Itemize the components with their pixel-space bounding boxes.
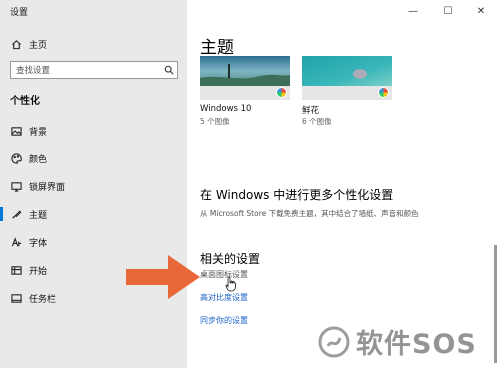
nav-item-label: 任务栏 bbox=[29, 294, 57, 305]
navigation-pane: 设置 主页 查找设置 个性化 背景 颜色 锁屏界面 主题 字体 开始 任务栏 bbox=[0, 0, 187, 368]
color-wheel-icon bbox=[276, 87, 287, 98]
minimize-button[interactable]: — bbox=[398, 3, 428, 19]
nav-item-label: 字体 bbox=[29, 238, 48, 249]
nav-item-label: 背景 bbox=[29, 127, 48, 138]
theme-image-count: 6 个图像 bbox=[302, 117, 332, 126]
home-icon bbox=[10, 38, 22, 50]
scrollbar[interactable] bbox=[494, 245, 497, 363]
section-heading: 个性化 bbox=[10, 96, 40, 107]
lock-screen-icon bbox=[10, 180, 22, 192]
store-description: 从 Microsoft Store 下载免费主题，其中结合了墙纸、声音和颜色 bbox=[200, 209, 419, 218]
nav-item-label: 主题 bbox=[29, 210, 48, 221]
high-contrast-settings-link[interactable]: 高对比度设置 bbox=[200, 292, 248, 303]
nav-item-label: 开始 bbox=[29, 266, 48, 277]
nav-item-start[interactable]: 开始 bbox=[10, 262, 47, 278]
theme-name: 鲜花 bbox=[302, 106, 320, 116]
theme-thumbnail bbox=[200, 56, 290, 100]
theme-card-flowers[interactable]: 鲜花 6 个图像 bbox=[302, 56, 392, 126]
nav-item-label: 锁屏界面 bbox=[29, 182, 66, 193]
search-box[interactable]: 查找设置 bbox=[10, 61, 178, 79]
related-settings-heading: 相关的设置 bbox=[200, 252, 261, 266]
theme-card-windows[interactable]: Windows 10 5 个图像 bbox=[200, 56, 290, 126]
image-icon bbox=[10, 125, 22, 137]
sync-settings-link[interactable]: 同步你的设置 bbox=[200, 315, 248, 326]
watermark-logo-icon bbox=[318, 326, 350, 357]
nav-item-lock-screen[interactable]: 锁屏界面 bbox=[10, 178, 65, 194]
nav-home[interactable]: 主页 bbox=[10, 36, 47, 52]
pointer-arrow-icon bbox=[126, 255, 200, 299]
theme-name: Windows 10 bbox=[200, 104, 252, 114]
nav-item-colors[interactable]: 颜色 bbox=[10, 150, 47, 166]
search-icon[interactable] bbox=[161, 62, 177, 78]
palette-icon bbox=[10, 152, 22, 164]
theme-thumbnail bbox=[302, 56, 392, 100]
hand-cursor-icon bbox=[225, 276, 236, 292]
nav-item-background[interactable]: 背景 bbox=[10, 123, 47, 139]
nav-home-label: 主页 bbox=[29, 40, 48, 51]
close-button[interactable]: ✕ bbox=[466, 3, 496, 19]
maximize-button[interactable]: ☐ bbox=[433, 3, 463, 19]
active-indicator bbox=[0, 207, 3, 221]
nav-item-themes[interactable]: 主题 bbox=[10, 206, 47, 222]
nav-item-taskbar[interactable]: 任务栏 bbox=[10, 290, 56, 306]
more-personalization-heading: 在 Windows 中进行更多个性化设置 bbox=[200, 188, 394, 202]
font-icon bbox=[10, 236, 22, 248]
window-title: 设置 bbox=[10, 8, 29, 18]
desktop-icon-settings-link[interactable]: 桌面图标设置 bbox=[200, 269, 248, 280]
taskbar-icon bbox=[10, 292, 22, 304]
brush-icon bbox=[10, 208, 22, 220]
nav-item-label: 颜色 bbox=[29, 154, 48, 165]
watermark: 软件SOS bbox=[318, 322, 477, 361]
search-input[interactable]: 查找设置 bbox=[11, 64, 161, 76]
theme-image-count: 5 个图像 bbox=[200, 117, 230, 126]
color-wheel-icon bbox=[378, 87, 389, 98]
start-icon bbox=[10, 264, 22, 276]
nav-item-fonts[interactable]: 字体 bbox=[10, 234, 47, 250]
page-title: 主题 bbox=[200, 38, 234, 58]
watermark-text: 软件SOS bbox=[356, 329, 477, 360]
